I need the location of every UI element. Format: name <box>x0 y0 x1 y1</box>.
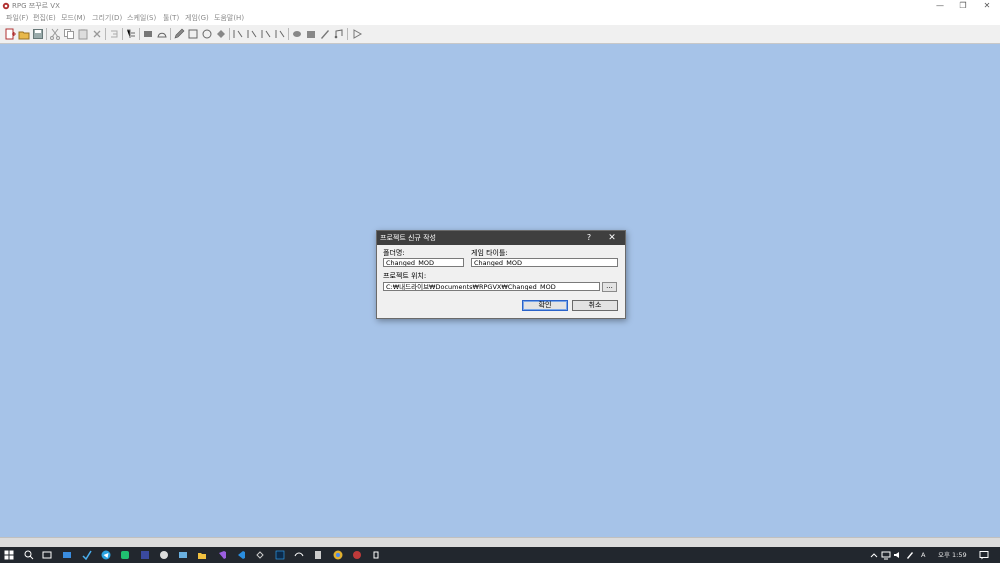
chevron-up-icon[interactable] <box>869 550 879 560</box>
toolbar-separator <box>139 28 140 40</box>
toolbar-separator <box>170 28 171 40</box>
project-location-label: 프로젝트 위치: <box>383 272 427 280</box>
folder-name-label: 폴더명: <box>383 249 405 257</box>
database-icon[interactable] <box>291 28 303 40</box>
cut-icon[interactable] <box>49 28 61 40</box>
scale-1-1-icon[interactable] <box>232 28 244 40</box>
chrome-icon[interactable] <box>333 550 343 560</box>
task-view-icon[interactable] <box>42 550 52 560</box>
scale-1-4-icon[interactable] <box>260 28 272 40</box>
menu-edit[interactable]: 편집(E) <box>33 13 56 24</box>
visual-studio-icon[interactable] <box>217 550 227 560</box>
taskbar-app-icon[interactable] <box>82 550 92 560</box>
pencil-icon[interactable] <box>173 28 185 40</box>
rpg-maker-app-icon <box>2 2 10 10</box>
script-editor-icon[interactable] <box>319 28 331 40</box>
file-explorer-icon[interactable] <box>197 550 207 560</box>
event-layer-icon[interactable] <box>156 28 168 40</box>
material-manager-icon[interactable] <box>305 28 317 40</box>
vscode-icon[interactable] <box>236 550 246 560</box>
menu-game[interactable]: 게임(G) <box>185 13 209 24</box>
search-icon[interactable] <box>24 550 34 560</box>
new-project-dialog: 프로젝트 신규 작성 ? ✕ 폴더명: Changed_MOD 게임 타이틀: … <box>376 230 626 319</box>
taskbar-app-icon[interactable] <box>294 550 304 560</box>
window-title: RPG 쯔꾸르 VX <box>12 2 60 10</box>
taskbar-app-icon[interactable] <box>120 550 130 560</box>
save-icon[interactable] <box>32 28 44 40</box>
pen-icon[interactable] <box>905 550 915 560</box>
taskbar-app-icon[interactable] <box>62 550 72 560</box>
taskbar-app-icon[interactable] <box>140 550 150 560</box>
layer-icon[interactable] <box>125 28 137 40</box>
menu-help[interactable]: 도움말(H) <box>214 13 244 24</box>
ok-button[interactable]: 확인 <box>522 300 568 311</box>
new-project-icon[interactable] <box>4 28 16 40</box>
minimize-button[interactable]: — <box>928 0 952 12</box>
taskbar-app-icon[interactable] <box>255 550 265 560</box>
windows-start-icon[interactable] <box>4 550 14 560</box>
taskbar-app-icon[interactable] <box>371 550 381 560</box>
taskbar-app-icon[interactable] <box>313 550 323 560</box>
project-location-input[interactable]: C:₩내드라이브₩Documents₩RPGVX₩Changed_MOD <box>383 282 600 291</box>
toolbar-separator <box>46 28 47 40</box>
dialog-title-bar: 프로젝트 신규 작성 ? ✕ <box>377 231 625 245</box>
toolbar <box>0 25 1000 44</box>
telegram-icon[interactable] <box>101 550 111 560</box>
circle-icon[interactable] <box>201 28 213 40</box>
dialog-title: 프로젝트 신규 작성 <box>380 234 436 242</box>
menu-bar: 파일(F) 편집(E) 모드(M) 그리기(D) 스케일(S) 툴(T) 게임(… <box>0 12 1000 25</box>
menu-tools[interactable]: 툴(T) <box>163 13 179 24</box>
sound-test-icon[interactable] <box>333 28 345 40</box>
rectangle-icon[interactable] <box>187 28 199 40</box>
photoshop-icon[interactable] <box>275 550 285 560</box>
taskbar-app-icon[interactable] <box>159 550 169 560</box>
close-button[interactable]: ✕ <box>975 0 999 12</box>
open-project-icon[interactable] <box>18 28 30 40</box>
delete-icon[interactable] <box>91 28 103 40</box>
toolbar-separator <box>229 28 230 40</box>
toolbar-separator <box>122 28 123 40</box>
menu-scale[interactable]: 스케일(S) <box>127 13 156 24</box>
browse-button[interactable]: ... <box>602 282 617 292</box>
paste-icon[interactable] <box>77 28 89 40</box>
clock[interactable]: 오후 1:59 <box>938 550 967 560</box>
game-title-label: 게임 타이틀: <box>471 249 508 257</box>
game-title-input[interactable]: Changed_MOD <box>471 258 618 267</box>
menu-draw[interactable]: 그리기(D) <box>92 13 122 24</box>
fill-icon[interactable] <box>215 28 227 40</box>
scale-1-8-icon[interactable] <box>274 28 286 40</box>
play-test-icon[interactable] <box>351 28 363 40</box>
help-button[interactable]: ? <box>583 231 595 245</box>
menu-mode[interactable]: 모드(M) <box>61 13 85 24</box>
copy-icon[interactable] <box>63 28 75 40</box>
undo-icon[interactable] <box>108 28 120 40</box>
network-icon[interactable] <box>881 550 891 560</box>
scale-1-2-icon[interactable] <box>246 28 258 40</box>
map-layer-icon[interactable] <box>142 28 154 40</box>
volume-icon[interactable] <box>893 550 903 560</box>
folder-name-input[interactable]: Changed_MOD <box>383 258 464 267</box>
taskbar: A 오후 1:59 <box>0 547 1000 563</box>
input-mode-indicator[interactable]: A <box>921 550 925 560</box>
cancel-button[interactable]: 취소 <box>572 300 618 311</box>
taskbar-app-icon[interactable] <box>178 550 188 560</box>
menu-file[interactable]: 파일(F) <box>6 13 28 24</box>
restore-button[interactable]: ❐ <box>951 0 975 12</box>
toolbar-separator <box>347 28 348 40</box>
window-title-bar: RPG 쯔꾸르 VX — ❐ ✕ <box>0 0 1000 12</box>
toolbar-separator <box>288 28 289 40</box>
notification-icon[interactable] <box>979 550 989 560</box>
toolbar-separator <box>105 28 106 40</box>
rpg-maker-taskbar-icon[interactable] <box>352 550 362 560</box>
dialog-close-button[interactable]: ✕ <box>605 231 619 245</box>
